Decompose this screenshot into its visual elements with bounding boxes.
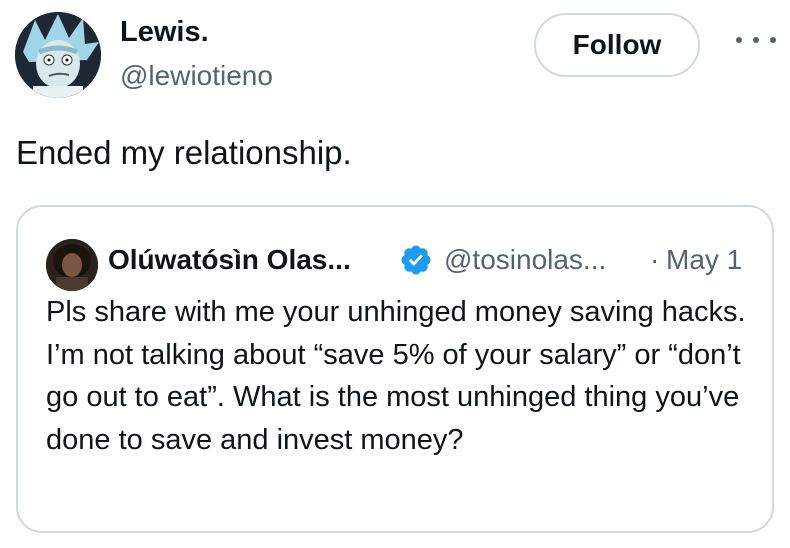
author-handle[interactable]: @lewiotieno xyxy=(120,60,273,92)
quoted-author-name[interactable]: Olúwatósìn Olas... xyxy=(108,244,351,276)
more-dot xyxy=(736,37,742,43)
author-name[interactable]: Lewis. xyxy=(120,16,209,49)
more-dot xyxy=(770,37,776,43)
follow-button[interactable]: Follow xyxy=(534,13,700,77)
more-options-icon[interactable] xyxy=(736,28,776,52)
more-dot xyxy=(753,37,759,43)
quoted-tweet-card[interactable]: Olúwatósìn Olas... @tosinolas... · May 1… xyxy=(16,205,774,533)
quoted-tweet-date[interactable]: May 1 xyxy=(666,244,742,276)
author-avatar[interactable] xyxy=(15,12,101,98)
tweet-text: Ended my relationship. xyxy=(16,134,352,171)
author-avatar-image xyxy=(15,12,101,98)
quoted-author-handle[interactable]: @tosinolas... xyxy=(444,244,606,276)
quoted-tweet-text: Pls share with me your unhinged money sa… xyxy=(46,296,746,456)
quoted-author-avatar[interactable] xyxy=(46,239,98,291)
quoted-avatar-image xyxy=(46,239,98,291)
separator-dot: · xyxy=(650,244,660,275)
verified-badge-icon xyxy=(401,245,431,275)
